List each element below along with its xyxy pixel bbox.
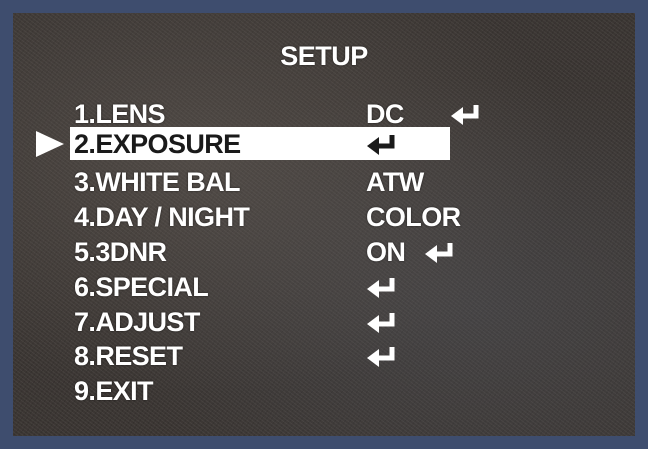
enter-arrow-icon[interactable] [450, 103, 484, 127]
menu-item-label: 7.ADJUST [74, 307, 200, 337]
menu-item-exit[interactable]: 9.EXIT [70, 374, 450, 407]
menu-item-label: 6.SPECIAL [74, 272, 209, 302]
menu-item-label: 9.EXIT [74, 376, 154, 406]
menu-item-value: ATW [366, 167, 424, 197]
menu-item-white-bal[interactable]: 3.WHITE BAL ATW [70, 165, 450, 198]
menu-item-value: ON [366, 237, 406, 267]
menu-item-label: 3.WHITE BAL [74, 167, 241, 197]
menu-item-lens[interactable]: 1.LENS DC [70, 97, 479, 130]
menu-item-adjust[interactable]: 7.ADJUST [70, 305, 450, 338]
menu-title: SETUP [280, 41, 368, 71]
menu-item-special[interactable]: 6.SPECIAL [70, 270, 450, 303]
menu-item-3dnr[interactable]: 5.3DNR ON [70, 235, 453, 268]
enter-arrow-icon[interactable] [366, 133, 400, 157]
enter-arrow-icon[interactable] [366, 311, 400, 335]
menu-item-day-night[interactable]: 4.DAY / NIGHT COLOR [70, 200, 461, 233]
menu-item-label: 5.3DNR [74, 237, 167, 267]
menu-item-value: DC [366, 99, 404, 129]
menu-item-reset[interactable]: 8.RESET [70, 339, 450, 372]
monitor-frame: SETUP 1.LENS DC 2.EXPOSURE 3.WHITE BAL A… [0, 0, 648, 449]
menu-item-value: COLOR [366, 202, 461, 232]
menu-item-exposure[interactable]: 2.EXPOSURE [70, 127, 450, 160]
osd-screen: SETUP 1.LENS DC 2.EXPOSURE 3.WHITE BAL A… [13, 13, 635, 436]
menu-item-label: 2.EXPOSURE [74, 129, 241, 159]
menu-item-label: 1.LENS [74, 99, 166, 129]
menu-item-label: 4.DAY / NIGHT [74, 202, 250, 232]
cursor-triangle-icon [36, 131, 64, 157]
menu-item-label: 8.RESET [74, 341, 183, 371]
enter-arrow-icon[interactable] [366, 345, 400, 369]
enter-arrow-icon[interactable] [424, 241, 458, 265]
enter-arrow-icon[interactable] [366, 276, 400, 300]
